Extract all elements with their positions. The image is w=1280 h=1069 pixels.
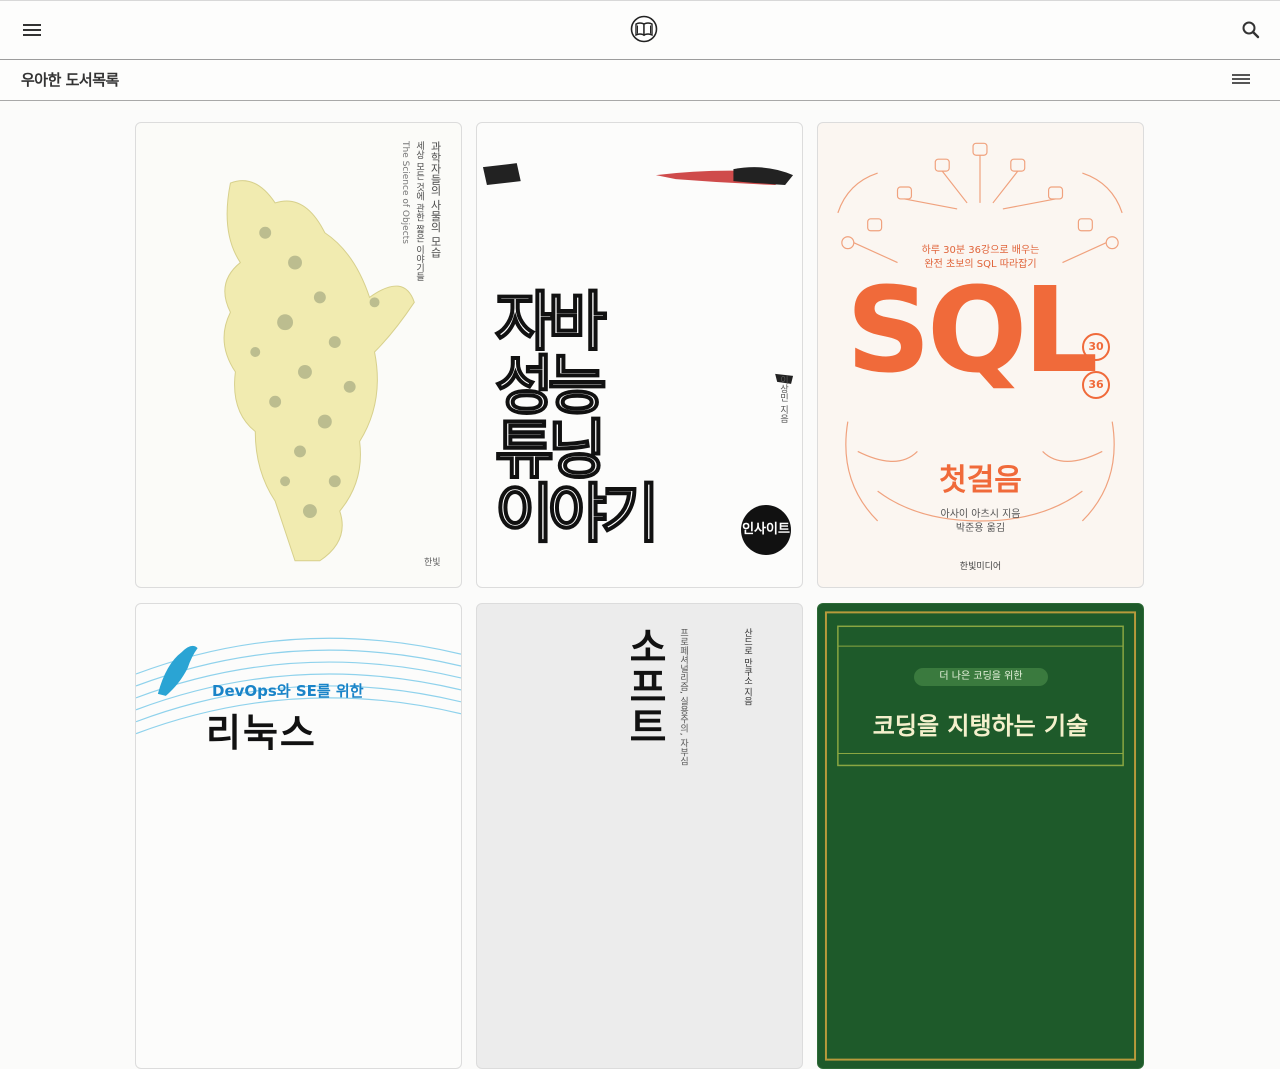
open-book-logo-icon[interactable] <box>630 15 658 43</box>
book-card[interactable]: DevOps와 SE를 위한 리눅스 <box>135 603 462 1069</box>
hamburger-menu-icon[interactable] <box>22 21 42 39</box>
book-card[interactable]: 더 나은 코딩을 위한 코딩을 지탱하는 기술 <box>817 603 1144 1069</box>
cover-stamp: 30 <box>1082 333 1110 361</box>
cover-big-title: 소프트 <box>621 626 667 746</box>
top-app-bar <box>0 0 1280 60</box>
book-cover-illustration <box>136 637 461 735</box>
cover-subtitle: 첫걸음 <box>939 463 1022 498</box>
book-big-title: 자바 성능 튜닝 이야기 <box>494 286 661 552</box>
cover-tagline: 더 나은 코딩을 위한 <box>914 668 1048 686</box>
list-header-bar: 우아한 도서목록 <box>0 60 1280 101</box>
cover-subtitle-vertical: 세상 모든 것에 관한 짧은 이야기들 <box>414 141 424 282</box>
cover-tagline: DevOps와 SE를 위한 <box>212 682 364 700</box>
cover-translator: 박준용 옮김 <box>955 523 1006 534</box>
cover-big-title: SQL <box>846 261 1098 399</box>
book-card[interactable]: 하루 30분 36강으로 배우는 완전 초보의 SQL 따라잡기 SQL 30 … <box>817 122 1144 588</box>
cover-english-title: The Science of Objects <box>400 141 410 244</box>
cover-tagline: 하루 30분 36강으로 배우는 <box>921 245 1040 256</box>
cover-tagline-vertical: 프로페셔널리즘, 실용주의, 자부심 <box>678 628 688 766</box>
book-card[interactable]: 자바 성능 튜닝 이야기 이상민 지음 인사이트 <box>476 122 803 588</box>
cover-big-title: 리눅스 <box>206 711 317 755</box>
book-card[interactable]: 소프트 프로페셔널리즘, 실용주의, 자부심 산드로 만쿠소 지음 <box>476 603 803 1069</box>
cover-author: 아사이 아츠시 지음 <box>940 509 1021 520</box>
search-icon[interactable] <box>1240 19 1262 41</box>
cover-publisher: 한빛미디어 <box>959 562 1002 572</box>
page-title: 우아한 도서목록 <box>21 71 119 89</box>
cover-text-vertical: 과학자들의 사물의 모습 <box>429 141 442 258</box>
publisher-mark: 한빛 <box>424 558 441 568</box>
list-view-icon[interactable] <box>1232 72 1250 86</box>
publisher-badge: 인사이트 <box>741 505 791 555</box>
cover-big-title: 코딩을 지탱하는 기술 <box>872 712 1089 740</box>
book-grid: 과학자들의 사물의 모습 세상 모든 것에 관한 짧은 이야기들 The Sci… <box>135 122 1145 1069</box>
cover-author: 이상민 지음 <box>778 375 788 423</box>
book-card[interactable]: 과학자들의 사물의 모습 세상 모든 것에 관한 짧은 이야기들 The Sci… <box>135 122 462 588</box>
cover-author-vertical: 산드로 만쿠소 지음 <box>742 628 752 706</box>
cover-stamp: 36 <box>1082 371 1110 399</box>
